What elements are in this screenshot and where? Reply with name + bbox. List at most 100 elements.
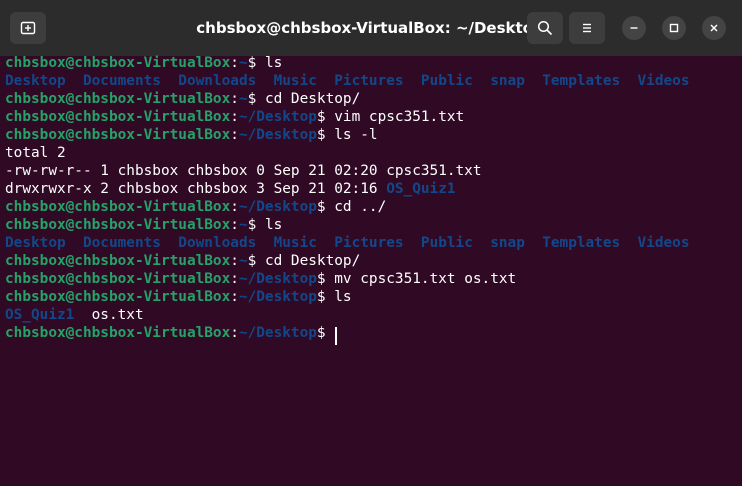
search-button[interactable]	[527, 12, 563, 44]
prompt-dollar: $	[316, 325, 326, 341]
output-text: drwxrwxr-x 2 chbsbox chbsbox 3 Sep 21 02…	[5, 181, 387, 197]
terminal-line: -rw-rw-r-- 1 chbsbox chbsbox 0 Sep 21 02…	[5, 163, 482, 179]
terminal-line: Desktop Documents Downloads Music Pictur…	[5, 72, 690, 90]
prompt-dollar: $	[316, 109, 326, 125]
new-tab-button[interactable]	[10, 12, 46, 44]
prompt-path: ~/Desktop	[238, 289, 317, 305]
terminal-line: Desktop Documents Downloads Music Pictur…	[5, 234, 690, 252]
prompt-path: ~	[238, 91, 248, 107]
directory-entry: Templates	[542, 73, 621, 89]
command-text: cd Desktop/	[256, 91, 361, 107]
terminal-line: chbsbox@chbsbox-VirtualBox:~$ ls	[5, 216, 690, 234]
prompt-user: chbsbox@chbsbox-VirtualBox	[5, 271, 231, 287]
terminal-line: chbsbox@chbsbox-VirtualBox:~/Desktop$ ls	[5, 288, 690, 306]
prompt-user: chbsbox@chbsbox-VirtualBox	[5, 127, 231, 143]
window-title: chbsbox@chbsbox-VirtualBox: ~/Desktop	[196, 19, 544, 37]
terminal-line: total 2	[5, 145, 66, 161]
prompt-dollar: $	[247, 253, 257, 269]
prompt-user: chbsbox@chbsbox-VirtualBox	[5, 109, 231, 125]
menu-button[interactable]	[569, 12, 605, 44]
text-cursor	[335, 327, 338, 345]
title-bar: chbsbox@chbsbox-VirtualBox: ~/Desktop	[0, 0, 742, 56]
prompt-dollar: $	[316, 271, 326, 287]
directory-entry: snap	[490, 235, 525, 251]
prompt-dollar: $	[247, 217, 257, 233]
prompt-user: chbsbox@chbsbox-VirtualBox	[5, 217, 231, 233]
terminal-line: chbsbox@chbsbox-VirtualBox:~$ ls	[5, 54, 690, 72]
maximize-button[interactable]	[662, 16, 686, 40]
file-entry: os.txt	[74, 307, 144, 323]
prompt-dollar: $	[316, 289, 326, 305]
prompt-user: chbsbox@chbsbox-VirtualBox	[5, 199, 231, 215]
new-tab-icon	[20, 21, 36, 35]
maximize-icon	[669, 23, 679, 33]
command-text: ls	[256, 55, 283, 71]
command-text	[326, 325, 335, 341]
terminal-line: chbsbox@chbsbox-VirtualBox:~/Desktop$ ls…	[5, 126, 690, 144]
directory-entry: Downloads	[178, 73, 257, 89]
directory-entry: Templates	[542, 235, 621, 251]
terminal-line: drwxrwxr-x 2 chbsbox chbsbox 3 Sep 21 02…	[5, 180, 690, 198]
prompt-path: ~	[238, 55, 248, 71]
prompt-colon: :	[230, 91, 239, 107]
directory-entry: Pictures	[334, 73, 404, 89]
terminal-line: OS_Quiz1 os.txt	[5, 306, 690, 324]
directory-entry: Videos	[637, 235, 690, 251]
prompt-colon: :	[230, 253, 239, 269]
command-text: vim cpsc351.txt	[325, 109, 465, 125]
close-icon	[710, 24, 718, 32]
terminal-output: chbsbox@chbsbox-VirtualBox:~$ ls Desktop …	[5, 54, 690, 345]
directory-entry: Public	[420, 73, 473, 89]
command-text: ls	[256, 217, 283, 233]
close-button[interactable]	[702, 16, 726, 40]
prompt-user: chbsbox@chbsbox-VirtualBox	[5, 325, 231, 341]
terminal-line: chbsbox@chbsbox-VirtualBox:~/Desktop$ mv…	[5, 270, 690, 288]
minimize-button[interactable]	[622, 16, 646, 40]
prompt-dollar: $	[247, 91, 257, 107]
directory-entry: OS_Quiz1	[386, 181, 456, 197]
prompt-colon: :	[230, 289, 239, 305]
directory-entry: Desktop	[5, 73, 66, 89]
search-icon	[537, 20, 553, 36]
prompt-user: chbsbox@chbsbox-VirtualBox	[5, 91, 231, 107]
prompt-user: chbsbox@chbsbox-VirtualBox	[5, 253, 231, 269]
minimize-icon	[630, 27, 638, 29]
prompt-path: ~/Desktop	[238, 271, 317, 287]
hamburger-menu-icon	[583, 23, 591, 33]
command-text: ls	[325, 289, 352, 305]
directory-entry: Pictures	[334, 235, 404, 251]
directory-entry: OS_Quiz1	[5, 307, 75, 323]
prompt-dollar: $	[247, 55, 257, 71]
prompt-colon: :	[230, 127, 239, 143]
directory-entry: Music	[273, 73, 317, 89]
prompt-colon: :	[230, 271, 239, 287]
command-text: cd Desktop/	[256, 253, 361, 269]
directory-entry: Public	[420, 235, 473, 251]
prompt-path: ~/Desktop	[238, 325, 317, 341]
directory-entry: Videos	[637, 73, 690, 89]
prompt-colon: :	[230, 109, 239, 125]
prompt-user: chbsbox@chbsbox-VirtualBox	[5, 289, 231, 305]
prompt-colon: :	[230, 217, 239, 233]
terminal-line: chbsbox@chbsbox-VirtualBox:~/Desktop$ vi…	[5, 108, 690, 126]
prompt-path: ~/Desktop	[238, 199, 317, 215]
prompt-colon: :	[230, 55, 239, 71]
prompt-colon: :	[230, 199, 239, 215]
directory-entry: Documents	[82, 235, 161, 251]
